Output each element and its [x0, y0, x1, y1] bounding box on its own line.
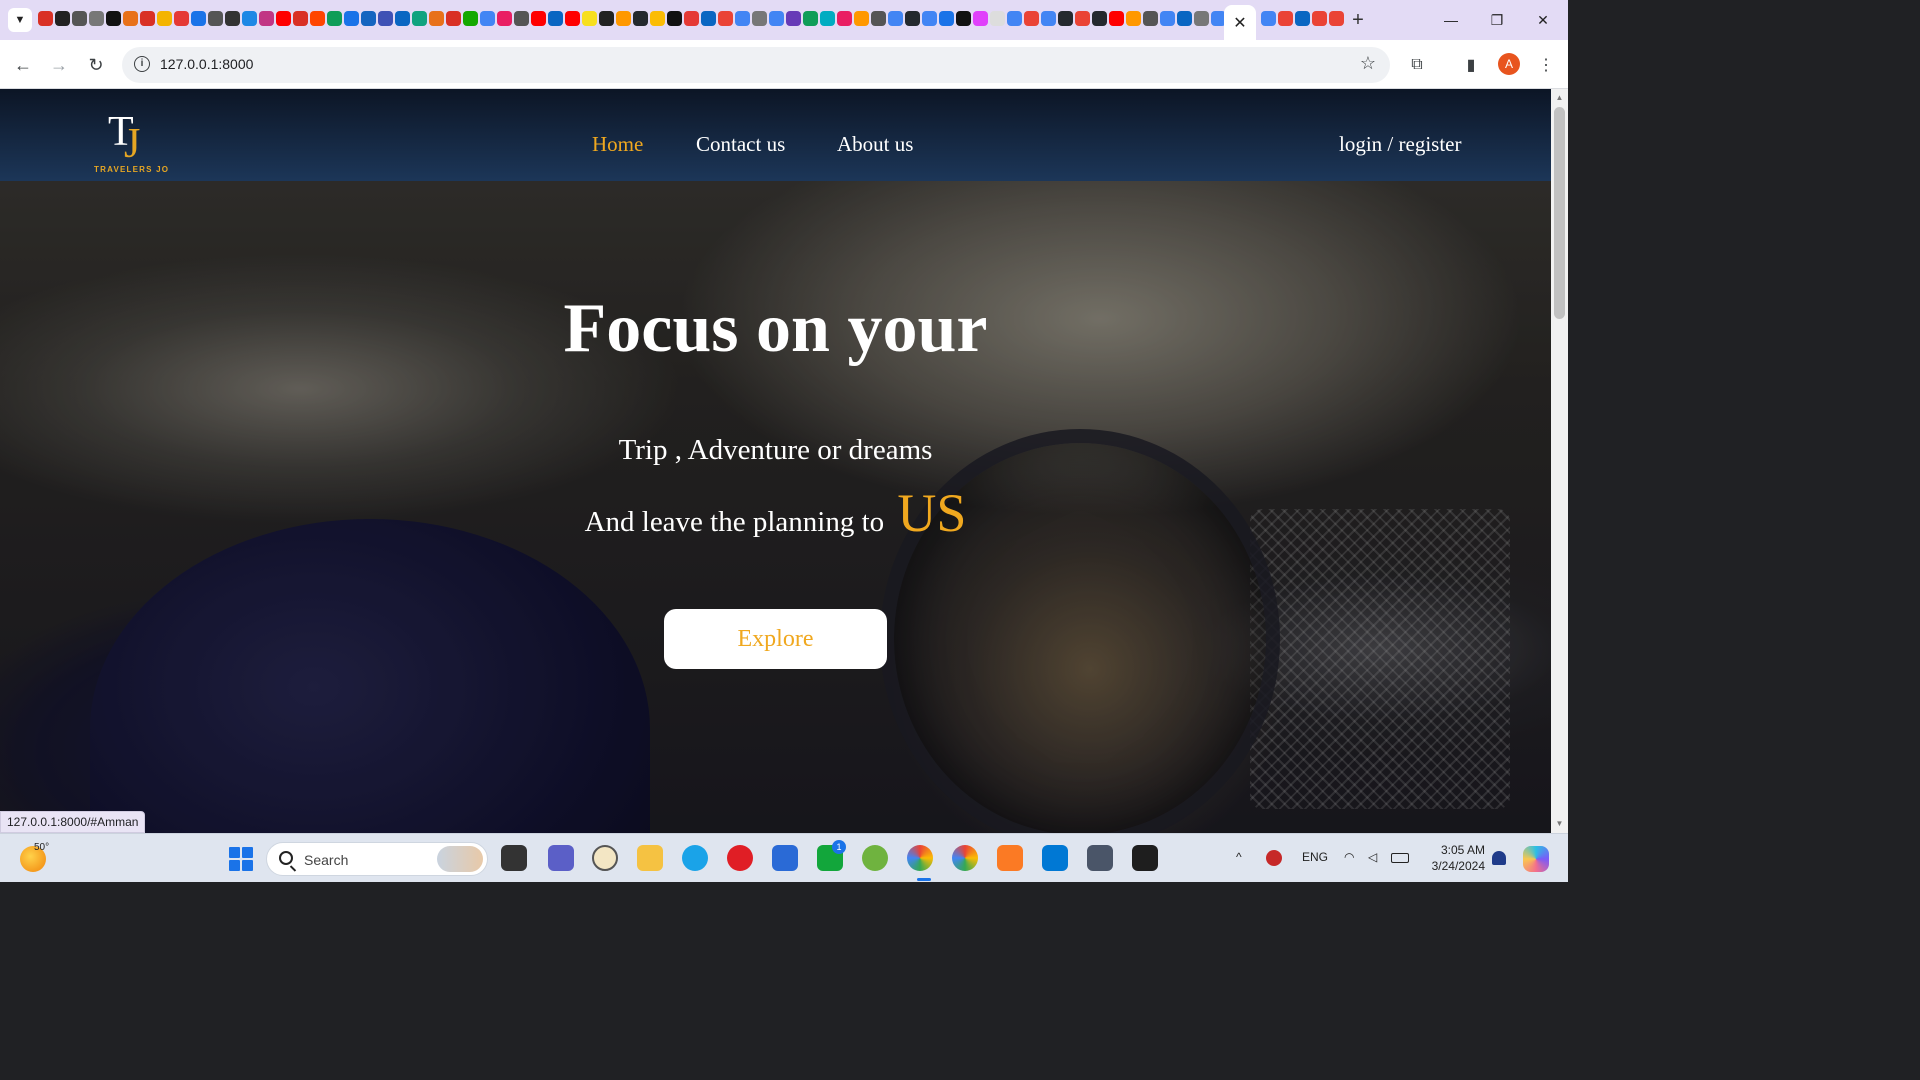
- close-window-icon[interactable]: ✕: [1528, 8, 1558, 32]
- start-button[interactable]: [229, 847, 253, 871]
- vscode-icon[interactable]: [1042, 845, 1068, 871]
- bookmark-star-icon[interactable]: ☆: [1360, 53, 1376, 74]
- restore-icon[interactable]: ❐: [1482, 8, 1512, 32]
- login-register-link[interactable]: login / register: [1339, 132, 1461, 157]
- hero-subtitle-line2: And leave the planning to US: [0, 482, 1551, 544]
- xampp-icon[interactable]: [997, 845, 1023, 871]
- profile-avatar[interactable]: A: [1498, 53, 1520, 75]
- address-bar[interactable]: i 127.0.0.1:8000 ☆: [122, 47, 1390, 83]
- scroll-thumb[interactable]: [1554, 107, 1565, 319]
- taskbar-clock[interactable]: 3:05 AM 3/24/2024: [1425, 842, 1485, 874]
- page-scrollbar[interactable]: ▲ ▼: [1551, 89, 1568, 833]
- taskbar-search-placeholder: Search: [304, 852, 349, 868]
- clock-app-icon[interactable]: [592, 845, 618, 871]
- logo-caption: TRAVELERS JO: [94, 165, 170, 174]
- logo-letter-j: J: [124, 121, 141, 167]
- side-panel-icon[interactable]: ▮: [1460, 54, 1482, 76]
- site-logo[interactable]: T J TRAVELERS JO: [94, 111, 168, 174]
- clock-time: 3:05 AM: [1440, 843, 1485, 857]
- chrome-profile-icon[interactable]: [952, 845, 978, 871]
- weather-temperature: 50°: [34, 842, 50, 853]
- scroll-down-arrow-icon[interactable]: ▼: [1555, 819, 1564, 828]
- tab-search-chevron-icon[interactable]: ▼: [8, 8, 32, 32]
- browser-menu-icon[interactable]: ⋮: [1535, 54, 1557, 76]
- chrome-icon[interactable]: [907, 845, 933, 871]
- chrome-active-indicator: [917, 878, 931, 881]
- forward-arrow-icon[interactable]: →: [46, 52, 72, 78]
- hero-line2-text: And leave the planning to: [584, 506, 885, 538]
- tray-overflow-chevron-icon[interactable]: ^: [1236, 850, 1242, 864]
- task-view-icon[interactable]: [501, 845, 527, 871]
- store-icon[interactable]: [772, 845, 798, 871]
- hero-subtitle-line1: Trip , Adventure or dreams: [618, 434, 933, 466]
- link-status-bubble: 127.0.0.1:8000/#Amman: [0, 811, 146, 833]
- volume-icon[interactable]: ◁: [1368, 850, 1377, 864]
- pinned-tab-icons[interactable]: [38, 11, 1226, 29]
- extensions-icon[interactable]: ⧉: [1406, 54, 1428, 76]
- opera-icon[interactable]: [727, 845, 753, 871]
- active-tab[interactable]: ✕: [1224, 5, 1256, 40]
- nav-about-link[interactable]: About us: [837, 132, 913, 157]
- terminal-icon[interactable]: [1132, 845, 1158, 871]
- close-tab-icon[interactable]: ✕: [1233, 13, 1246, 33]
- copilot-icon[interactable]: [1523, 846, 1549, 872]
- reload-icon[interactable]: ↻: [83, 52, 109, 78]
- hero-title: Focus on your: [563, 290, 988, 367]
- clock-date: 3/24/2024: [1431, 859, 1485, 873]
- address-url[interactable]: 127.0.0.1:8000: [160, 56, 253, 72]
- taskbar-search[interactable]: Search: [266, 842, 488, 876]
- edge-icon[interactable]: [682, 845, 708, 871]
- hero-highlight: US: [897, 483, 967, 543]
- wifi-icon[interactable]: ◠: [1344, 850, 1354, 864]
- file-explorer-icon[interactable]: [637, 845, 663, 871]
- windows-taskbar: 50° Search 1 ^ ENG ◠ ◁ 3:05 AM 3/24/2024: [0, 833, 1568, 882]
- tab-strip: ▼ ✕ + — ❐ ✕: [0, 0, 1568, 40]
- browser-toolbar: ← → ↻ i 127.0.0.1:8000 ☆ ⧉ ▮ A ⋮: [0, 40, 1568, 89]
- site-info-icon[interactable]: i: [134, 56, 150, 72]
- more-tab-icons[interactable]: [1261, 11, 1344, 29]
- scroll-up-arrow-icon[interactable]: ▲: [1555, 93, 1564, 102]
- notification-bell-icon[interactable]: [1492, 851, 1506, 865]
- site-navbar: T J TRAVELERS JO Home Contact us About u…: [0, 89, 1551, 181]
- notification-badge: 1: [832, 840, 846, 854]
- back-arrow-icon[interactable]: ←: [10, 52, 36, 78]
- new-tab-plus-icon[interactable]: +: [1346, 8, 1370, 32]
- calculator-icon[interactable]: [1087, 845, 1113, 871]
- teams-icon[interactable]: [548, 845, 574, 871]
- minimize-icon[interactable]: —: [1436, 8, 1466, 32]
- explore-button[interactable]: Explore: [664, 609, 887, 669]
- battery-icon[interactable]: [1391, 853, 1409, 863]
- nav-contact-link[interactable]: Contact us: [696, 132, 785, 157]
- language-indicator[interactable]: ENG: [1302, 850, 1328, 864]
- page-viewport: T J TRAVELERS JO Home Contact us About u…: [0, 89, 1551, 833]
- nav-home-link[interactable]: Home: [592, 132, 643, 157]
- utorrent-icon[interactable]: [862, 845, 888, 871]
- search-icon: [279, 851, 293, 865]
- search-highlight-image: [437, 846, 483, 872]
- network-alert-icon[interactable]: [1266, 850, 1282, 866]
